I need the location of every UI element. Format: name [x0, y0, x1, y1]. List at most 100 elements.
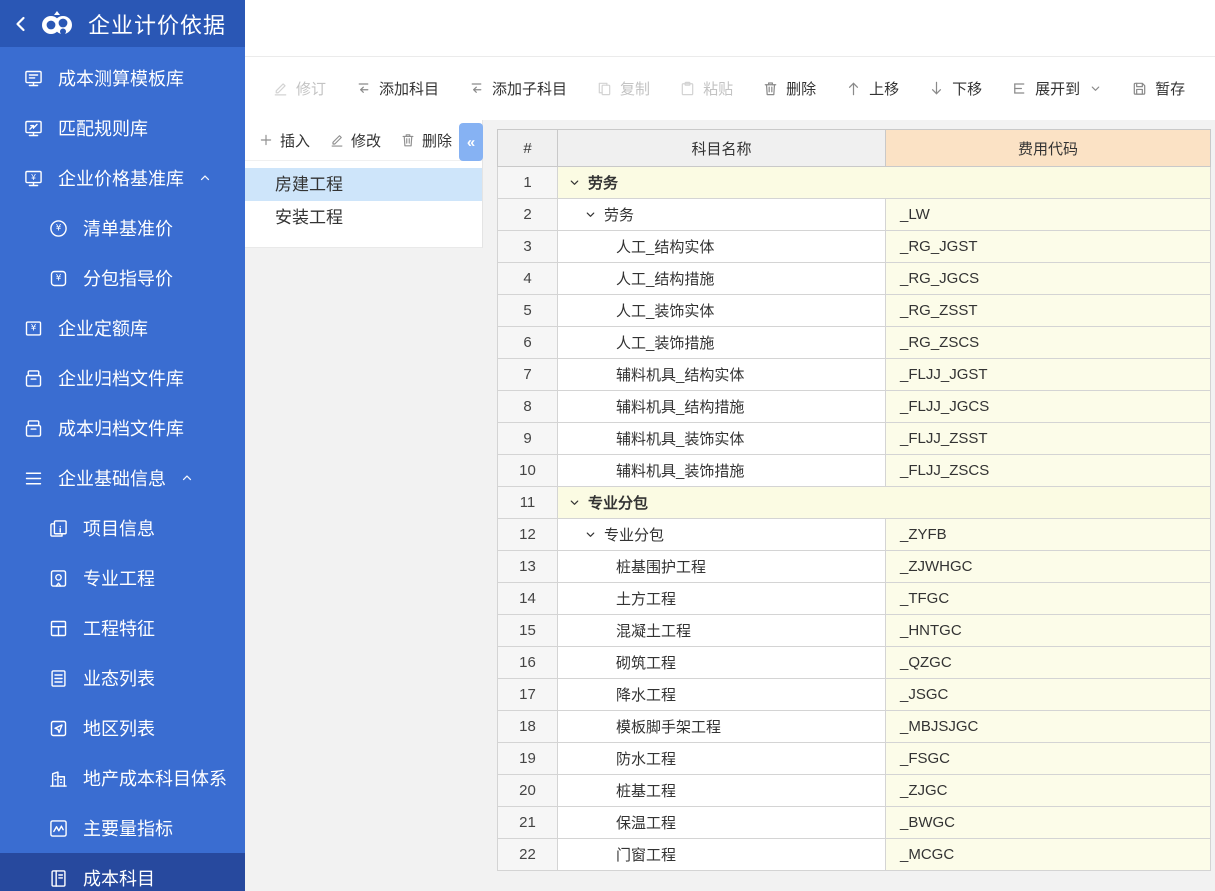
sidebar-item-project-info[interactable]: 项目信息: [0, 503, 245, 553]
subject-name-cell[interactable]: 辅料机具_装饰实体: [558, 423, 886, 455]
subject-name-cell[interactable]: 劳务: [558, 199, 886, 231]
toolbar-button-add-child-subject[interactable]: 添加子科目: [468, 78, 567, 99]
panel-button-delete[interactable]: 删除: [400, 130, 452, 151]
subject-name-cell[interactable]: 人工_装饰实体: [558, 295, 886, 327]
row-index[interactable]: 3: [498, 231, 558, 263]
subject-name-cell[interactable]: 模板脚手架工程: [558, 711, 886, 743]
row-index[interactable]: 21: [498, 807, 558, 839]
row-index[interactable]: 22: [498, 839, 558, 871]
fee-code-cell[interactable]: _BWGC: [886, 807, 1211, 839]
sidebar-item-list-benchmark-price[interactable]: ¥清单基准价: [0, 203, 245, 253]
panel-button-modify[interactable]: 修改: [329, 130, 381, 151]
fee-code-cell[interactable]: _TFGC: [886, 583, 1211, 615]
fee-code-cell[interactable]: _RG_ZSCS: [886, 327, 1211, 359]
row-index[interactable]: 4: [498, 263, 558, 295]
subject-name-cell[interactable]: 门窗工程: [558, 839, 886, 871]
panel-button-insert[interactable]: 插入: [258, 130, 310, 151]
fee-code-cell[interactable]: _FLJJ_ZSCS: [886, 455, 1211, 487]
caret-down-icon[interactable]: [568, 496, 581, 509]
row-index[interactable]: 18: [498, 711, 558, 743]
row-index[interactable]: 2: [498, 199, 558, 231]
fee-code-cell[interactable]: _JSGC: [886, 679, 1211, 711]
fee-code-cell[interactable]: _QZGC: [886, 647, 1211, 679]
fee-code-cell[interactable]: _ZJGC: [886, 775, 1211, 807]
fee-code-cell[interactable]: _RG_ZSST: [886, 295, 1211, 327]
chevron-up-icon[interactable]: [198, 171, 212, 185]
sidebar-item-business-format-list[interactable]: 业态列表: [0, 653, 245, 703]
row-index[interactable]: 8: [498, 391, 558, 423]
toolbar-button-expand-to[interactable]: 展开到: [1011, 78, 1102, 99]
sidebar-item-subcontract-guide-price[interactable]: ¥分包指导价: [0, 253, 245, 303]
subject-name-cell[interactable]: 土方工程: [558, 583, 886, 615]
sidebar-item-main-quantity-indicators[interactable]: 主要量指标: [0, 803, 245, 853]
toolbar-button-delete[interactable]: 删除: [762, 78, 816, 99]
subject-name-cell[interactable]: 辅料机具_结构实体: [558, 359, 886, 391]
subject-name-cell[interactable]: 砌筑工程: [558, 647, 886, 679]
toolbar-button-move-up[interactable]: 上移: [845, 78, 899, 99]
row-index[interactable]: 13: [498, 551, 558, 583]
fee-code-cell[interactable]: _ZYFB: [886, 519, 1211, 551]
fee-code-cell[interactable]: _MBJSJGC: [886, 711, 1211, 743]
subject-name-cell[interactable]: 辅料机具_装饰措施: [558, 455, 886, 487]
sidebar-item-price-benchmark-library[interactable]: ¥企业价格基准库: [0, 153, 245, 203]
row-index[interactable]: 1: [498, 167, 558, 199]
row-index[interactable]: 10: [498, 455, 558, 487]
row-index[interactable]: 5: [498, 295, 558, 327]
caret-down-icon[interactable]: [584, 528, 597, 541]
toolbar-button-temp-save[interactable]: 暂存: [1131, 78, 1185, 99]
fee-code-cell[interactable]: _RG_JGCS: [886, 263, 1211, 295]
subject-name-cell[interactable]: 人工_结构措施: [558, 263, 886, 295]
subject-name-cell[interactable]: 保温工程: [558, 807, 886, 839]
subject-name-cell[interactable]: 混凝土工程: [558, 615, 886, 647]
fee-code-cell[interactable]: _LW: [886, 199, 1211, 231]
sidebar-item-region-list[interactable]: 地区列表: [0, 703, 245, 753]
subject-name-cell[interactable]: 人工_装饰措施: [558, 327, 886, 359]
subject-name-cell[interactable]: 桩基工程: [558, 775, 886, 807]
toolbar-button-add-subject[interactable]: 添加科目: [355, 78, 439, 99]
fee-code-cell[interactable]: _FLJJ_ZSST: [886, 423, 1211, 455]
fee-code-cell[interactable]: _FSGC: [886, 743, 1211, 775]
subject-name-cell[interactable]: 劳务: [558, 167, 1211, 199]
chevron-up-icon[interactable]: [180, 471, 194, 485]
fee-code-cell[interactable]: _FLJJ_JGST: [886, 359, 1211, 391]
caret-down-icon[interactable]: [568, 176, 581, 189]
row-index[interactable]: 19: [498, 743, 558, 775]
fee-code-cell[interactable]: _RG_JGST: [886, 231, 1211, 263]
row-index[interactable]: 14: [498, 583, 558, 615]
sidebar-item-cost-archive-library[interactable]: 成本归档文件库: [0, 403, 245, 453]
row-index[interactable]: 20: [498, 775, 558, 807]
caret-down-icon[interactable]: [584, 208, 597, 221]
toolbar-button-move-down[interactable]: 下移: [928, 78, 982, 99]
row-index[interactable]: 12: [498, 519, 558, 551]
sidebar-item-match-rule-library[interactable]: 匹配规则库: [0, 103, 245, 153]
subject-name-cell[interactable]: 专业分包: [558, 519, 886, 551]
row-index[interactable]: 6: [498, 327, 558, 359]
row-index[interactable]: 7: [498, 359, 558, 391]
sidebar-item-cost-template-library[interactable]: 成本测算模板库: [0, 53, 245, 103]
sidebar-item-engineering-features[interactable]: 工程特征: [0, 603, 245, 653]
panel-collapse-button[interactable]: «: [459, 123, 483, 161]
sidebar-item-cost-subjects[interactable]: 成本科目: [0, 853, 245, 891]
project-list-item[interactable]: 房建工程: [245, 168, 482, 201]
toolbar-button-paste[interactable]: 粘贴: [679, 78, 733, 99]
subject-name-cell[interactable]: 降水工程: [558, 679, 886, 711]
toolbar-button-revise[interactable]: 修订: [272, 78, 326, 99]
subject-name-cell[interactable]: 辅料机具_结构措施: [558, 391, 886, 423]
subject-name-cell[interactable]: 防水工程: [558, 743, 886, 775]
subject-name-cell[interactable]: 专业分包: [558, 487, 1211, 519]
row-index[interactable]: 17: [498, 679, 558, 711]
toolbar-button-copy[interactable]: 复制: [596, 78, 650, 99]
sidebar-item-enterprise-quota-library[interactable]: ¥企业定额库: [0, 303, 245, 353]
row-index[interactable]: 11: [498, 487, 558, 519]
sidebar-item-enterprise-base-info[interactable]: 企业基础信息: [0, 453, 245, 503]
subject-name-cell[interactable]: 人工_结构实体: [558, 231, 886, 263]
sidebar-item-professional-engineering[interactable]: 专业工程: [0, 553, 245, 603]
row-index[interactable]: 16: [498, 647, 558, 679]
row-index[interactable]: 9: [498, 423, 558, 455]
row-index[interactable]: 15: [498, 615, 558, 647]
sidebar-item-enterprise-archive-library[interactable]: 企业归档文件库: [0, 353, 245, 403]
fee-code-cell[interactable]: _HNTGC: [886, 615, 1211, 647]
fee-code-cell[interactable]: _MCGC: [886, 839, 1211, 871]
fee-code-cell[interactable]: _ZJWHGC: [886, 551, 1211, 583]
subject-name-cell[interactable]: 桩基围护工程: [558, 551, 886, 583]
